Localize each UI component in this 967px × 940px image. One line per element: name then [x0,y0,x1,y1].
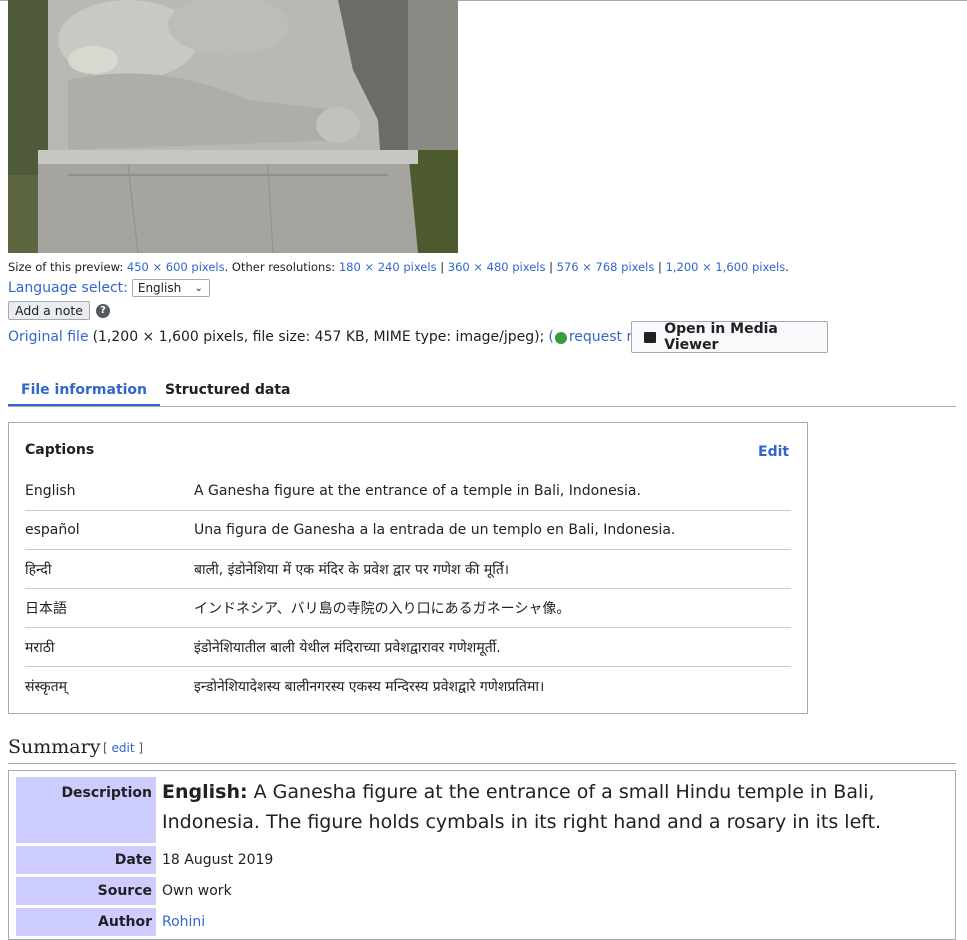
period: . [785,260,789,274]
date-label: Date [16,846,156,874]
chevron-down-icon: ⌄ [194,282,203,294]
language-selected-value: English [137,281,182,295]
note-row: Add a note ? [8,301,110,320]
other-resolutions-label: . Other resolutions: [224,260,336,274]
file-tabs: File information Structured data [7,370,956,407]
separator: | [658,260,662,274]
separator: | [440,260,445,274]
captions-table: English A Ganesha figure at the entrance… [25,472,791,705]
separator: | [549,260,553,274]
language-select-label: Language select: [8,280,128,296]
preview-size-link[interactable]: 450 × 600 pixels [127,260,225,274]
tab-structured-data[interactable]: Structured data [165,382,291,398]
date-value: 18 August 2019 [162,852,274,868]
caption-row: हिन्दी बाली, इंडोनेशिया में एक मंदिर के … [25,550,791,589]
description-text: A Ganesha figure at the entrance of a sm… [162,781,882,833]
caption-language: मराठी [25,639,55,656]
edit-bracket-close: ] [138,741,144,755]
resolution-link-360[interactable]: 360 × 480 pixels [448,260,546,274]
description-label: Description [16,777,156,843]
caption-language: español [25,522,80,538]
summary-edit-link[interactable]: edit [112,741,135,755]
caption-language: 日本語 [25,601,67,617]
image-icon [644,331,657,343]
caption-row: मराठी इंडोनेशियातील बाली येथील मंदिराच्य… [25,628,791,667]
caption-text: बाली, इंडोनेशिया में एक मंदिर के प्रवेश … [194,561,510,578]
summary-table: Description English: A Ganesha figure at… [8,770,956,940]
caption-row: English A Ganesha figure at the entrance… [25,472,791,511]
rotate-icon [554,332,567,344]
caption-row: español Una figura de Ganesha a la entra… [25,511,791,550]
resolution-link-1200[interactable]: 1,200 × 1,600 pixels [666,260,786,274]
add-note-button[interactable]: Add a note [8,301,90,320]
caption-text: इंडोनेशियातील बाली येथील मंदिराच्या प्रव… [194,639,501,656]
captions-panel: Captions Edit English A Ganesha figure a… [8,422,808,714]
caption-language: हिन्दी [25,561,52,578]
size-label: Size of this preview: [8,260,124,274]
source-label: Source [16,877,156,905]
source-row: Source Own work [16,877,232,905]
summary-heading: Summary [8,736,101,758]
language-select[interactable]: English ⌄ [131,279,210,297]
open-media-viewer-button[interactable]: Open in Media Viewer [631,321,828,353]
description-language: English: [162,781,248,803]
resolution-link-576[interactable]: 576 × 768 pixels [557,260,655,274]
caption-language: संस्कृतम् [25,678,68,695]
original-file-details: (1,200 × 1,600 pixels, file size: 457 KB… [92,329,545,345]
caption-text: A Ganesha figure at the entrance of a te… [194,483,641,499]
caption-text: Una figura de Ganesha a la entrada de un… [194,522,676,538]
caption-language: English [25,483,76,499]
author-row: Author Rohini [16,908,205,936]
summary-heading-row: Summary [ edit ] [8,734,956,764]
summary-edit-section: [ edit ] [103,741,143,755]
preview-size-line: Size of this preview: 450 × 600 pixels. … [8,260,789,274]
media-viewer-label: Open in Media Viewer [664,321,778,353]
caption-row: संस्कृतम् इन्डोनेशियादेशस्य बालीनगरस्य ए… [25,667,791,705]
file-preview-image[interactable] [8,0,458,253]
edit-bracket-open: [ [103,741,108,755]
caption-text: インドネシア、バリ島の寺院の入り口にあるガネーシャ像。 [194,601,571,617]
captions-edit-button[interactable]: Edit [758,444,789,460]
caption-text: इन्डोनेशियादेशस्य बालीनगरस्य एकस्य मन्दि… [194,678,545,695]
rotation-open-paren: ( [548,329,554,345]
description-row: Description English: A Ganesha figure at… [16,777,947,843]
captions-title: Captions [25,442,95,458]
original-file-link[interactable]: Original file [8,329,89,345]
original-file-line: Original file (1,200 × 1,600 pixels, fil… [8,329,687,345]
author-label: Author [16,908,156,936]
source-value: Own work [162,883,232,899]
language-select-row: Language select: English ⌄ [8,279,210,297]
description-value: English: A Ganesha figure at the entranc… [162,777,947,843]
caption-row: 日本語 インドネシア、バリ島の寺院の入り口にあるガネーシャ像。 [25,589,791,628]
help-icon[interactable]: ? [95,303,110,318]
author-link[interactable]: Rohini [162,908,205,936]
date-row: Date 18 August 2019 [16,846,273,874]
tab-file-information[interactable]: File information [7,382,161,406]
resolution-link-180[interactable]: 180 × 240 pixels [339,260,437,274]
